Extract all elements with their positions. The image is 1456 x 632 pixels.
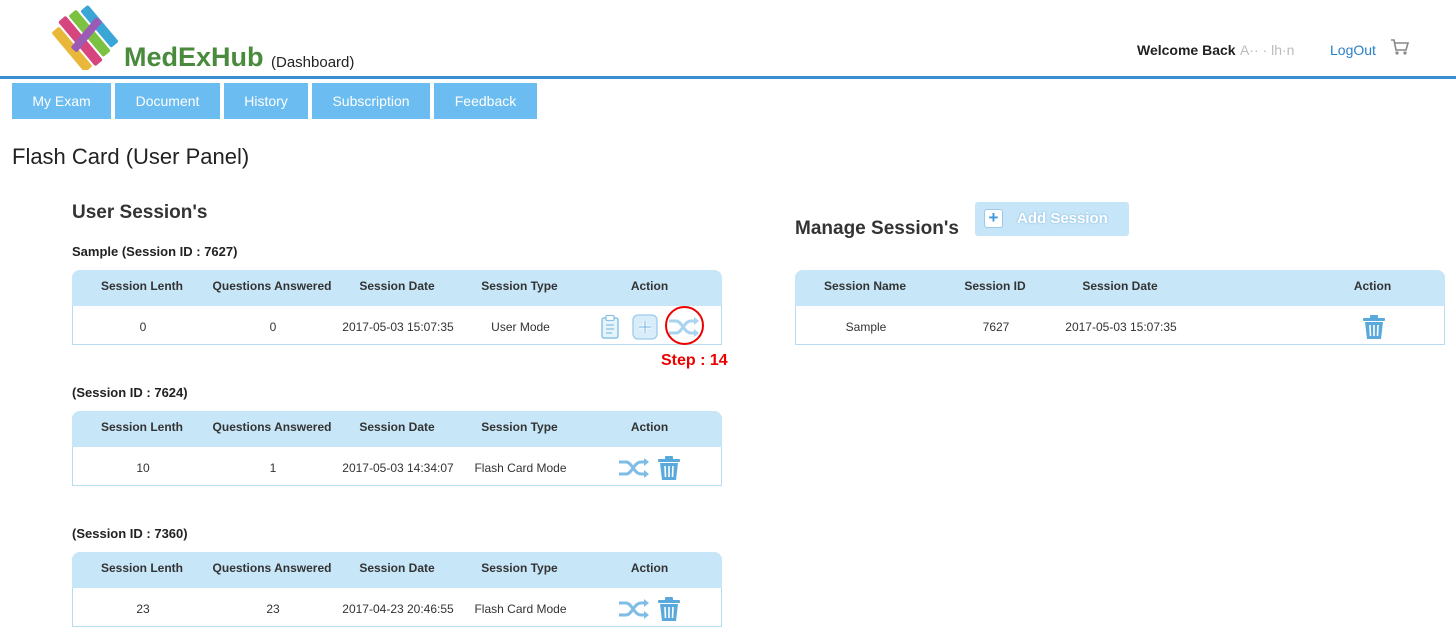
session-label: (Session ID : 7624): [72, 385, 188, 400]
trash-icon[interactable]: [1361, 314, 1387, 340]
col-session-date: Session Date: [359, 279, 435, 293]
header-divider: [0, 76, 1456, 79]
manage-sessions-title: Manage Session's: [795, 218, 959, 239]
nav-feedback[interactable]: Feedback: [434, 83, 537, 119]
username: A·· · lh·n: [1240, 42, 1295, 58]
col-session-type: Session Type: [481, 420, 558, 434]
cell-session-type: Flash Card Mode: [474, 602, 567, 616]
cell-session-type: User Mode: [491, 320, 550, 334]
cell-session-name: Sample: [845, 320, 887, 334]
table-header: Session Lenth Questions Answered Session…: [72, 552, 722, 588]
session-label: (Session ID : 7360): [72, 526, 188, 541]
header: MedExHub (Dashboard) Welcome Back A·· · …: [0, 0, 1456, 76]
nav-history[interactable]: History: [224, 83, 308, 119]
cell-questions-answered: 0: [269, 320, 277, 334]
nav-subscription[interactable]: Subscription: [312, 83, 430, 119]
col-session-name: Session Name: [823, 279, 907, 293]
col-questions-answered: Questions Answered: [212, 420, 332, 434]
col-action: Action: [630, 420, 669, 434]
brand-suffix: (Dashboard): [271, 54, 355, 71]
col-session-length: Session Lenth: [100, 279, 183, 293]
add-session-label: Add Session: [1017, 210, 1108, 227]
cell-session-type: Flash Card Mode: [474, 461, 567, 475]
col-session-date: Session Date: [359, 561, 435, 575]
welcome-text: Welcome Back: [1137, 42, 1236, 58]
col-session-date: Session Date: [1082, 279, 1158, 293]
add-session-button[interactable]: + Add Session: [975, 202, 1129, 236]
col-action: Action: [630, 279, 669, 293]
cell-session-date: 2017-05-03 15:07:35: [342, 320, 454, 334]
user-sessions-title: User Session's: [72, 202, 208, 223]
col-questions-answered: Questions Answered: [212, 561, 332, 575]
nav-my-exam[interactable]: My Exam: [12, 83, 111, 119]
cell-questions-answered: 23: [266, 602, 280, 616]
col-session-date: Session Date: [359, 420, 435, 434]
col-action: Action: [630, 561, 669, 575]
session-label: Sample (Session ID : 7627): [72, 244, 238, 259]
clipboard-icon[interactable]: [600, 314, 622, 340]
shuffle-icon[interactable]: [618, 598, 650, 620]
col-session-id: Session ID: [964, 279, 1026, 293]
plus-icon: +: [984, 209, 1003, 228]
cell-session-date: 2017-04-23 20:46:55: [342, 602, 454, 616]
col-action: Action: [1353, 279, 1392, 293]
cell-questions-answered: 1: [269, 461, 277, 475]
trash-icon[interactable]: [656, 596, 682, 622]
step-highlight-circle: [665, 306, 704, 345]
nav-document[interactable]: Document: [115, 83, 220, 119]
table-header: Session Lenth Questions Answered Session…: [72, 270, 722, 306]
table-header: Session Lenth Questions Answered Session…: [72, 411, 722, 447]
logout-link[interactable]: LogOut: [1330, 42, 1376, 58]
cell-session-length: 10: [136, 461, 150, 475]
session-table: Session Lenth Questions Answered Session…: [72, 270, 722, 345]
cell-session-date: 2017-05-03 14:34:07: [342, 461, 454, 475]
manage-sessions-table: Session Name Session ID Session Date Act…: [795, 270, 1445, 345]
books-logo-icon: [52, 5, 118, 70]
brand-name: MedExHub: [124, 42, 264, 72]
plus-icon[interactable]: [632, 314, 658, 340]
trash-icon[interactable]: [656, 455, 682, 481]
shuffle-icon[interactable]: [618, 457, 650, 479]
step-label: Step : 14: [661, 352, 728, 369]
col-questions-answered: Questions Answered: [212, 279, 332, 293]
table-header: Session Name Session ID Session Date Act…: [795, 270, 1445, 306]
col-session-type: Session Type: [481, 279, 558, 293]
col-session-length: Session Lenth: [100, 420, 183, 434]
cell-session-length: 0: [139, 320, 147, 334]
cell-session-length: 23: [136, 602, 150, 616]
col-session-length: Session Lenth: [100, 561, 183, 575]
cell-session-id: 7627: [982, 320, 1010, 334]
cart-icon[interactable]: [1390, 38, 1410, 56]
page-title: Flash Card (User Panel): [12, 144, 250, 169]
col-session-type: Session Type: [481, 561, 558, 575]
cell-session-date: 2017-05-03 15:07:35: [1065, 320, 1177, 334]
